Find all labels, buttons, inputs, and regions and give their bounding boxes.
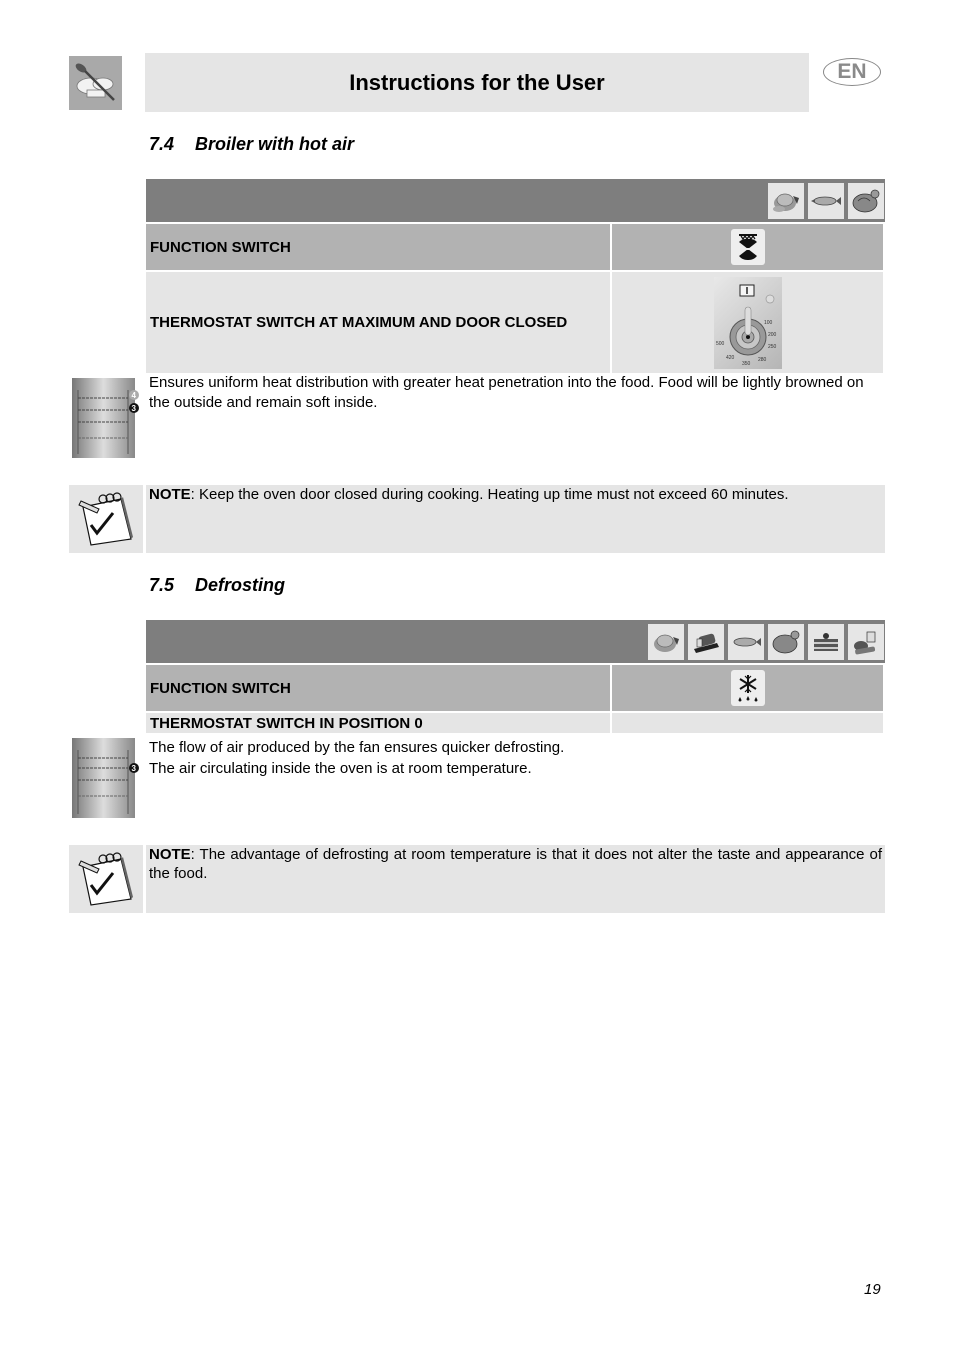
section-number: 7.5 bbox=[149, 575, 175, 595]
function-switch-row: FUNCTION SWITCH bbox=[146, 665, 885, 711]
thermostat-value-empty bbox=[612, 713, 883, 733]
scale-tick-label: 280 bbox=[758, 357, 767, 363]
header-bar: Instructions for the User bbox=[145, 53, 809, 112]
scale-tick-label: 250 bbox=[768, 344, 777, 350]
oven-shelf-icon: 3 bbox=[72, 738, 139, 818]
note-icon bbox=[69, 845, 143, 913]
defrost-snowflake-icon bbox=[730, 670, 765, 706]
section-description: The flow of air produced by the fan ensu… bbox=[149, 737, 887, 779]
roast-meat-icon bbox=[768, 182, 804, 219]
note-box: NOTE: Keep the oven door closed during c… bbox=[146, 485, 885, 553]
scale-tick-label: 350 bbox=[742, 361, 751, 367]
section-heading: Defrosting bbox=[195, 575, 285, 595]
thermostat-knob-icon: 100 200 250 280 350 420 500 bbox=[713, 276, 782, 369]
scale-tick-label: 500 bbox=[716, 341, 725, 347]
fish-icon bbox=[808, 182, 844, 219]
note-label: NOTE bbox=[149, 846, 191, 863]
description-line: The air circulating inside the oven is a… bbox=[149, 760, 532, 777]
thermostat-row: THERMOSTAT SWITCH IN POSITION 0 bbox=[146, 713, 885, 733]
description-line: The flow of air produced by the fan ensu… bbox=[149, 739, 565, 756]
page-title: Instructions for the User bbox=[349, 69, 605, 95]
section-number: 7.4 bbox=[149, 134, 175, 154]
roast-meat-icon bbox=[648, 623, 684, 660]
note-text: : Keep the oven door closed during cooki… bbox=[190, 486, 789, 503]
page-number: 19 bbox=[864, 1281, 881, 1298]
shelf-position-3: 3 bbox=[132, 404, 137, 413]
fan-grill-icon bbox=[730, 229, 765, 265]
thermostat-label: THERMOSTAT SWITCH IN POSITION 0 bbox=[146, 713, 612, 733]
note-text: : The advantage of defrosting at room te… bbox=[149, 846, 882, 882]
section-title-7-4: 7.4 Broiler with hot air bbox=[149, 134, 354, 155]
vegetables-icon bbox=[848, 623, 884, 660]
scale-tick-label: 100 bbox=[764, 320, 773, 326]
bread-icon bbox=[688, 623, 724, 660]
shelf-position-4: 4 bbox=[132, 391, 137, 400]
language-badge: EN bbox=[823, 58, 881, 86]
scale-tick-label: 200 bbox=[768, 332, 777, 338]
thermostat-row: THERMOSTAT SWITCH AT MAXIMUM AND DOOR CL… bbox=[146, 272, 885, 373]
function-switch-label: FUNCTION SWITCH bbox=[146, 665, 612, 711]
function-switch-row: FUNCTION SWITCH bbox=[146, 224, 885, 270]
poultry-icon bbox=[768, 623, 804, 660]
section-description: Ensures uniform heat distribution with g… bbox=[149, 374, 864, 411]
shelf-position-3: 3 bbox=[132, 764, 137, 773]
thermostat-label: THERMOSTAT SWITCH AT MAXIMUM AND DOOR CL… bbox=[146, 272, 612, 373]
note-label: NOTE bbox=[149, 486, 191, 503]
oven-shelf-icon: 4 3 bbox=[72, 378, 139, 458]
fish-icon bbox=[728, 623, 764, 660]
cake-icon bbox=[808, 623, 844, 660]
food-type-bar bbox=[146, 179, 885, 222]
note-icon bbox=[69, 485, 143, 553]
chef-hat-spoon-icon bbox=[69, 56, 122, 110]
function-switch-label: FUNCTION SWITCH bbox=[146, 224, 612, 270]
food-type-bar bbox=[146, 620, 885, 663]
section-title-7-5: 7.5 Defrosting bbox=[149, 575, 285, 596]
scale-tick-label: 420 bbox=[726, 355, 735, 361]
section-heading: Broiler with hot air bbox=[195, 134, 355, 154]
note-box: NOTE: The advantage of defrosting at roo… bbox=[146, 845, 885, 913]
poultry-icon bbox=[848, 182, 884, 219]
